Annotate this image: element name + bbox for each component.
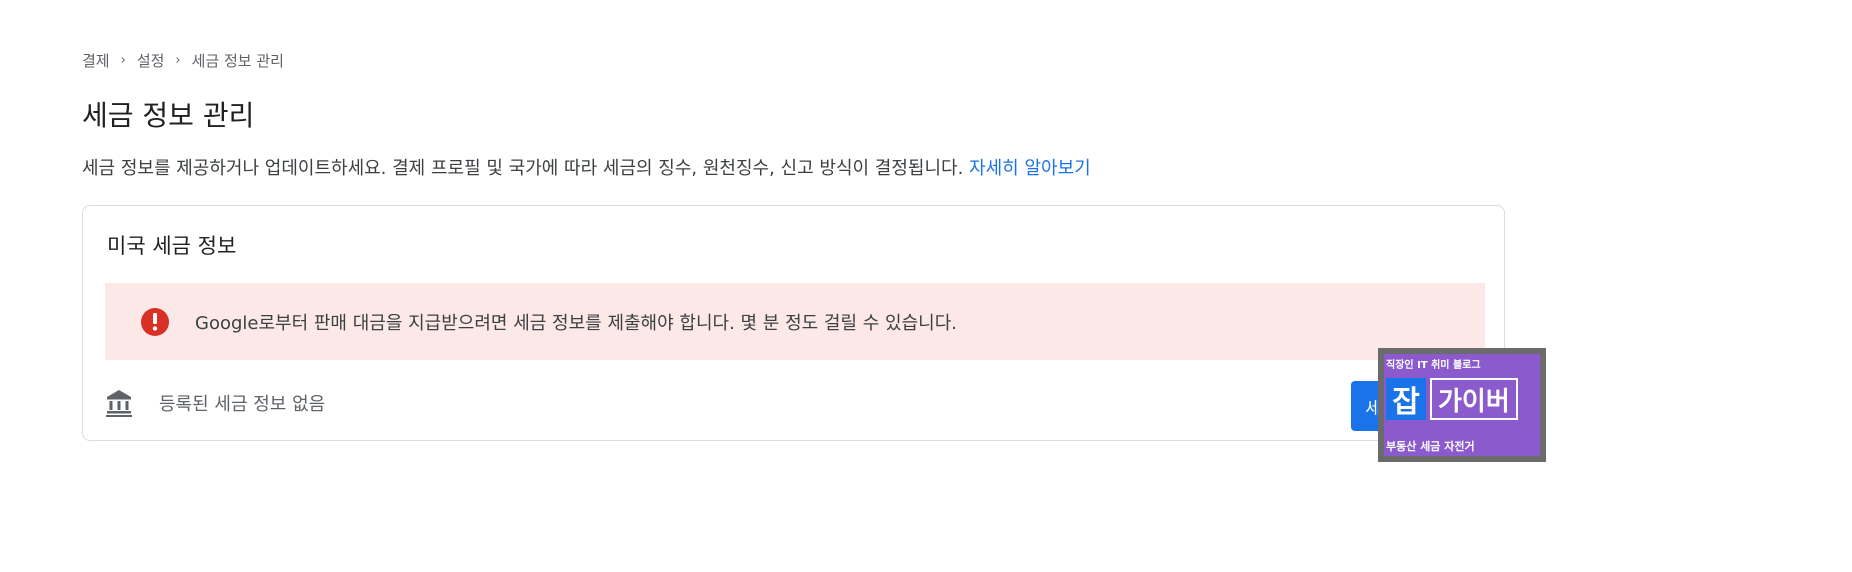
alert-message: Google로부터 판매 대금을 지급받으려면 세금 정보를 제출해야 합니다.… [195,312,958,334]
watermark-top-text: 직장인 IT 취미 블로그 [1386,360,1481,371]
page-title: 세금 정보 관리 [82,99,255,132]
chevron-right-icon: › [175,53,181,68]
chevron-right-icon: › [120,53,126,68]
tax-info-status: 등록된 세금 정보 없음 [105,388,325,418]
error-icon [141,307,169,336]
card-title: 미국 세금 정보 [107,234,237,258]
page-description: 세금 정보를 제공하거나 업데이트하세요. 결제 프로필 및 국가에 따라 세금… [82,154,1091,180]
status-text: 등록된 세금 정보 없음 [159,394,326,415]
breadcrumb-item-settings[interactable]: 설정 [137,50,165,71]
watermark-logo-char: 잡 [1386,378,1426,420]
watermark-logo-text: 잡 가이버 [1386,378,1518,420]
page: 결제 › 설정 › 세금 정보 관리 세금 정보 관리 세금 정보를 제공하거나… [0,0,1852,572]
description-text: 세금 정보를 제공하거나 업데이트하세요. 결제 프로필 및 국가에 따라 세금… [82,158,964,179]
breadcrumb-item-payments[interactable]: 결제 [82,50,110,71]
us-tax-info-card: 미국 세금 정보 Google로부터 판매 대금을 지급받으려면 세금 정보를 … [82,205,1505,441]
error-alert: Google로부터 판매 대금을 지급받으려면 세금 정보를 제출해야 합니다.… [105,283,1485,360]
bank-icon [105,388,133,418]
learn-more-link[interactable]: 자세히 알아보기 [969,158,1091,179]
watermark-bottom-text: 부동산 세금 자전거 [1386,440,1475,453]
breadcrumb-item-current: 세금 정보 관리 [191,52,284,70]
blog-watermark-logo: 직장인 IT 취미 블로그 잡 가이버 부동산 세금 자전거 [1378,348,1546,462]
breadcrumb: 결제 › 설정 › 세금 정보 관리 [82,50,284,71]
watermark-logo-word: 가이버 [1430,378,1518,420]
